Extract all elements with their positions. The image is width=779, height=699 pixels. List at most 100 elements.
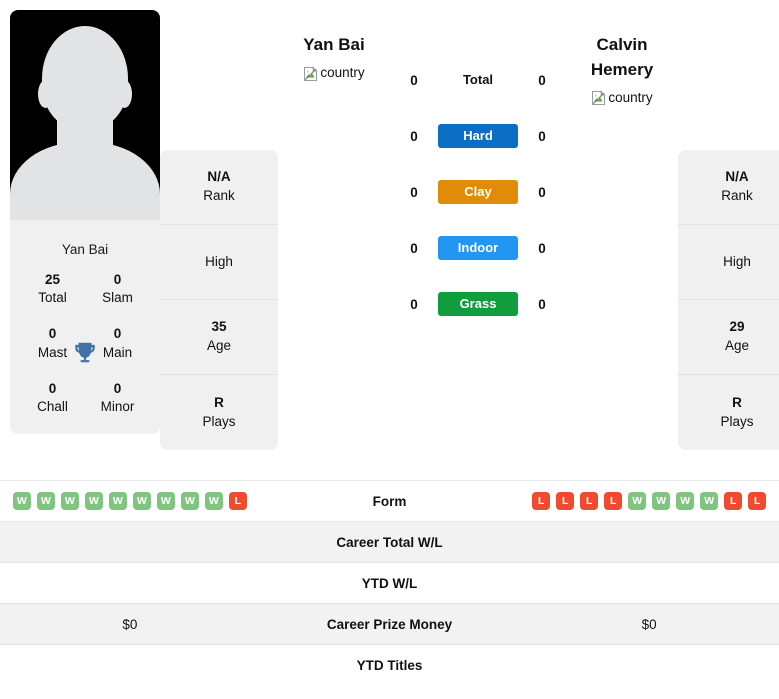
profile-plays-label-left: Plays xyxy=(202,413,236,429)
form-badge-loss[interactable]: L xyxy=(532,492,551,510)
stat-minor-value-left: 0 xyxy=(113,380,122,396)
profile-rank-value-right: N/A xyxy=(725,169,749,185)
player-photo-card-left[interactable]: Yan Bai 25 Total 0 Slam 0 Mast 0 Main 0 … xyxy=(10,10,160,435)
profile-rank-label-left: Rank xyxy=(203,188,235,203)
ytd-wl-left xyxy=(0,563,260,603)
row-label-career-total-wl: Career Total W/L xyxy=(336,534,443,550)
profile-row-age-left: 35 Age xyxy=(160,300,278,375)
surface-clay-score-right: 0 xyxy=(538,184,546,200)
profile-age-label-right: Age xyxy=(724,338,750,353)
profile-age-value-left: 35 xyxy=(211,319,227,335)
player-name-right[interactable]: Calvin Hemery xyxy=(566,33,678,82)
form-badge-loss[interactable]: L xyxy=(748,492,767,510)
row-label-ytd-wl: YTD W/L xyxy=(361,575,418,591)
form-badges-right: LLLLWWWWLL xyxy=(532,492,767,510)
surface-hard-score-left: 0 xyxy=(410,128,418,144)
surface-row-hard: 0 Hard 0 xyxy=(390,122,566,150)
profile-row-high-right: High xyxy=(678,225,779,300)
table-row-career-total-wl: Career Total W/L xyxy=(0,521,779,562)
profile-row-rank-right: N/A Rank xyxy=(678,150,779,225)
form-badge-win[interactable]: W xyxy=(60,492,79,510)
form-badge-win[interactable]: W xyxy=(652,492,671,510)
surface-label-total: Total xyxy=(462,72,494,87)
surface-breakdown: 0 Total 0 0 Hard 0 0 Clay 0 0 Indoor 0 0 xyxy=(390,10,566,318)
table-row-form: WWWWWWWWWL Form LLLLWWWWLL xyxy=(0,480,779,521)
career-prize-money-left: $0 xyxy=(122,616,138,632)
profile-age-label-left: Age xyxy=(206,338,232,353)
stat-slam-label-left: Slam xyxy=(102,290,133,306)
row-label-form: Form xyxy=(372,493,407,509)
avatar-silhouette-ear-right xyxy=(117,80,132,108)
form-badge-win[interactable]: W xyxy=(180,492,199,510)
row-label-ytd-titles: YTD Titles xyxy=(356,657,423,673)
row-label-career-prize-money: Career Prize Money xyxy=(326,616,453,632)
form-badge-win[interactable]: W xyxy=(132,492,151,510)
profile-high-label-left: High xyxy=(205,254,233,270)
surface-row-total: 0 Total 0 xyxy=(390,66,566,94)
stat-total-left: 25 Total xyxy=(20,271,85,307)
surface-indoor-score-left: 0 xyxy=(410,240,418,256)
player-photo-left xyxy=(10,10,160,220)
form-badge-win[interactable]: W xyxy=(204,492,223,510)
ytd-titles-right xyxy=(519,645,779,685)
form-badge-win[interactable]: W xyxy=(700,492,719,510)
surface-row-clay: 0 Clay 0 xyxy=(390,178,566,206)
stat-total-label-left: Total xyxy=(38,290,67,306)
stat-chall-label-left: Chall xyxy=(37,399,68,415)
form-cell-right: LLLLWWWWLL xyxy=(519,481,779,521)
player-country-alt-right: country xyxy=(608,89,653,105)
player-country-right: country xyxy=(591,89,653,106)
form-badge-loss[interactable]: L xyxy=(556,492,575,510)
form-badge-loss[interactable]: L xyxy=(604,492,623,510)
form-badge-loss[interactable]: L xyxy=(724,492,743,510)
career-prize-money-right: $0 xyxy=(641,616,657,632)
player-name-left[interactable]: Yan Bai xyxy=(278,33,390,58)
profile-row-age-right: 29 Age xyxy=(678,300,779,375)
form-badge-win[interactable]: W xyxy=(12,492,31,510)
surface-badge-clay: Clay xyxy=(438,180,518,204)
form-badge-win[interactable]: W xyxy=(628,492,647,510)
table-row-ytd-titles: YTD Titles xyxy=(0,644,779,685)
player-comparison-page: Yan Bai 25 Total 0 Slam 0 Mast 0 Main 0 … xyxy=(0,0,779,699)
player-name-block-left: Yan Bai country xyxy=(278,10,390,86)
comparison-stats-table: WWWWWWWWWL Form LLLLWWWWLL Career Total … xyxy=(0,480,779,685)
form-badge-win[interactable]: W xyxy=(156,492,175,510)
form-cell-left: WWWWWWWWWL xyxy=(0,481,260,521)
profile-plays-value-left: R xyxy=(214,394,224,410)
player-profile-card-right: N/A Rank High 29 Age R Plays xyxy=(678,150,779,450)
stat-chall-left: 0 Chall xyxy=(20,380,85,416)
form-badge-win[interactable]: W xyxy=(84,492,103,510)
trophy-icon-left xyxy=(72,339,98,370)
form-badge-win[interactable]: W xyxy=(676,492,695,510)
player-country-left: country xyxy=(303,65,365,81)
ytd-titles-left xyxy=(0,645,260,685)
stat-slam-left: 0 Slam xyxy=(85,271,150,307)
surface-badge-grass: Grass xyxy=(438,292,518,316)
surface-total-score-right: 0 xyxy=(538,72,546,88)
form-badge-win[interactable]: W xyxy=(36,492,55,510)
avatar-silhouette-body xyxy=(10,142,160,220)
player-country-alt-left: country xyxy=(320,65,365,81)
career-total-wl-right xyxy=(519,522,779,562)
table-row-ytd-wl: YTD W/L xyxy=(0,562,779,603)
surface-grass-score-right: 0 xyxy=(538,296,546,312)
surface-total-score-left: 0 xyxy=(410,72,418,88)
avatar-silhouette-ear-left xyxy=(38,80,53,108)
form-badge-loss[interactable]: L xyxy=(580,492,599,510)
profile-age-value-right: 29 xyxy=(729,319,745,335)
player-photo-caption-left: Yan Bai xyxy=(61,242,109,257)
player-name-block-right: Calvin Hemery country xyxy=(566,10,678,110)
broken-image-icon xyxy=(591,90,607,106)
profile-plays-label-right: Plays xyxy=(720,413,754,429)
form-badge-win[interactable]: W xyxy=(108,492,127,510)
ytd-wl-right xyxy=(519,563,779,603)
surface-indoor-score-right: 0 xyxy=(538,240,546,256)
profile-plays-value-right: R xyxy=(732,394,742,410)
form-badge-loss[interactable]: L xyxy=(228,492,247,510)
surface-badge-indoor: Indoor xyxy=(438,236,518,260)
profile-row-plays-left: R Plays xyxy=(160,375,278,450)
profile-row-high-left: High xyxy=(160,225,278,300)
stat-slam-value-left: 0 xyxy=(113,272,122,287)
surface-row-indoor: 0 Indoor 0 xyxy=(390,234,566,262)
comparison-panel: Yan Bai 25 Total 0 Slam 0 Mast 0 Main 0 … xyxy=(0,0,779,480)
